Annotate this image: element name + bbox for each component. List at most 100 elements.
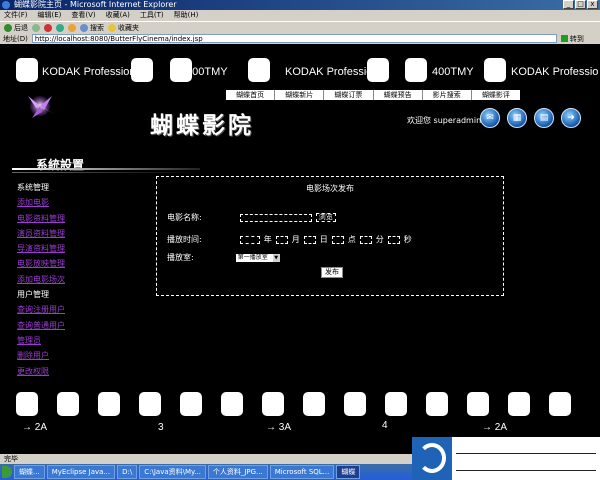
film-hole: [484, 58, 506, 82]
home-icon: [68, 23, 76, 32]
film-label: 400TMY: [186, 66, 228, 78]
movie-row: 电影名称: 浏览: [167, 212, 336, 223]
sidebar-item-change-permission[interactable]: 更改权限: [17, 364, 65, 379]
menu-tools[interactable]: 工具(T): [140, 10, 164, 21]
day-input[interactable]: [303, 235, 316, 244]
nav-home[interactable]: 蝴蝶首页: [226, 90, 276, 100]
film-frame-label: → 2A: [482, 422, 508, 433]
film-hole: [385, 392, 407, 416]
film-hole: [57, 392, 79, 416]
nav-new-films[interactable]: 蝴蝶新片: [275, 90, 325, 100]
sidebar-item-screening[interactable]: 电影放映管理: [17, 256, 65, 271]
sidebar-item-delete-user[interactable]: 删除用户: [17, 348, 65, 363]
submit-button[interactable]: 发布: [321, 267, 343, 278]
film-hole: [98, 392, 120, 416]
page-content: KODAK Professional 400TMY KODAK Professi…: [0, 44, 600, 454]
taskbar-item[interactable]: Microsoft SQL...: [269, 465, 335, 479]
sidebar: 系统管理 添加电影 电影资料管理 演员资料管理 导演资料管理 电影放映管理 添加…: [17, 180, 65, 379]
nav-trailers[interactable]: 蝴蝶预告: [374, 90, 423, 100]
browse-button[interactable]: 浏览: [315, 213, 336, 222]
movie-name-input[interactable]: [239, 213, 312, 222]
nav-tickets[interactable]: 蝴蝶订票: [324, 90, 374, 100]
sidebar-item-add-session[interactable]: 添加电影场次: [17, 272, 65, 287]
back-icon: [4, 23, 12, 32]
nav-reviews[interactable]: 蝴蝶影评: [472, 90, 520, 100]
menu-view[interactable]: 查看(V): [71, 10, 95, 21]
film-label: KODAK Professio: [511, 66, 599, 78]
status-text: 完毕: [4, 455, 18, 463]
hour-input[interactable]: [331, 235, 344, 244]
close-button[interactable]: x: [587, 0, 598, 9]
search-button[interactable]: 搜索: [80, 23, 104, 33]
menubar: 文件(F) 编辑(E) 查看(V) 收藏(A) 工具(T) 帮助(H): [0, 10, 600, 21]
menu-help[interactable]: 帮助(H): [174, 10, 199, 21]
film-hole: [344, 392, 366, 416]
film-hole: [221, 392, 243, 416]
arrow-icon[interactable]: ➜: [561, 108, 581, 128]
sidebar-item-director-data[interactable]: 导演资料管理: [17, 241, 65, 256]
taskbar-item[interactable]: 蝴蝶...: [14, 465, 45, 479]
maximize-button[interactable]: □: [575, 0, 586, 9]
film-hole: [426, 392, 448, 416]
menu-edit[interactable]: 编辑(E): [38, 10, 62, 21]
film-hole: [16, 58, 38, 82]
nav-search[interactable]: 影片搜索: [423, 90, 472, 100]
month-input[interactable]: [275, 235, 288, 244]
film-hole: [367, 58, 389, 82]
time-row: 播放时间: 年 月 日 点 分 秒: [167, 234, 412, 245]
film-frame-label: 4: [382, 420, 388, 431]
chevron-down-icon: ▼: [272, 253, 280, 262]
time-label: 播放时间:: [167, 235, 202, 244]
film-hole: [180, 392, 202, 416]
header-icons: ✉ ▦ ▤ ➜: [480, 108, 581, 128]
second-input[interactable]: [387, 235, 400, 244]
sidebar-item-query-registered[interactable]: 查询注册用户: [17, 302, 65, 317]
divider: [12, 172, 200, 173]
go-button[interactable]: 转到: [560, 34, 584, 44]
stop-icon: [44, 23, 52, 32]
calendar-icon[interactable]: ▦: [507, 108, 527, 128]
film-hole: [139, 392, 161, 416]
divider: [456, 453, 596, 454]
back-button[interactable]: 后退: [4, 23, 28, 33]
go-arrow-icon: [560, 35, 568, 42]
mail-icon[interactable]: ✉: [480, 108, 500, 128]
sidebar-item-add-movie[interactable]: 添加电影: [17, 195, 65, 210]
taskbar-item[interactable]: 个人资料_JPG...: [207, 465, 268, 479]
address-input[interactable]: [31, 34, 557, 43]
refresh-button[interactable]: [56, 23, 64, 32]
window-titlebar: 蝴蝶影院主页 - Microsoft Internet Explorer _ □…: [0, 0, 600, 10]
taskbar-item[interactable]: MyEclipse Java...: [46, 465, 116, 479]
forward-button[interactable]: [32, 23, 40, 32]
welcome-text: 欢迎您 superadmin: [407, 116, 482, 125]
home-button[interactable]: [68, 23, 76, 32]
year-input[interactable]: [239, 235, 260, 244]
sidebar-item-movie-data[interactable]: 电影资料管理: [17, 211, 65, 226]
sidebar-item-query-normal[interactable]: 查询普通用户: [17, 318, 65, 333]
taskbar-item[interactable]: C:\Java资料\My...: [139, 465, 206, 479]
room-row: 播放室: 第一播放室 ▼: [167, 252, 280, 263]
start-button[interactable]: [2, 466, 12, 478]
address-bar: 地址(D) 转到: [0, 33, 600, 44]
taskbar-item-active[interactable]: 蝴蝶: [336, 465, 361, 479]
film-hole: [262, 392, 284, 416]
window-title: 蝴蝶影院主页 - Microsoft Internet Explorer: [14, 0, 177, 9]
film-frame-label: → 3A: [266, 422, 292, 433]
film-hole: [16, 392, 38, 416]
minute-input[interactable]: [359, 235, 372, 244]
movie-label: 电影名称:: [167, 213, 202, 222]
menu-file[interactable]: 文件(F): [4, 10, 28, 21]
day-unit: 日: [319, 235, 328, 244]
watermark-logo-icon: [412, 437, 452, 480]
minimize-button[interactable]: _: [563, 0, 574, 9]
toolbar: 后退 搜索 收藏夹: [0, 21, 600, 33]
favorites-button[interactable]: 收藏夹: [108, 23, 139, 33]
forward-icon: [32, 23, 40, 32]
sidebar-item-actor-data[interactable]: 演员资料管理: [17, 226, 65, 241]
book-icon[interactable]: ▤: [534, 108, 554, 128]
room-select[interactable]: 第一播放室 ▼: [235, 253, 280, 262]
menu-favorites[interactable]: 收藏(A): [106, 10, 130, 21]
sidebar-item-admin[interactable]: 管理员: [17, 333, 65, 348]
taskbar-item[interactable]: D:\: [117, 465, 138, 479]
stop-button[interactable]: [44, 23, 52, 32]
